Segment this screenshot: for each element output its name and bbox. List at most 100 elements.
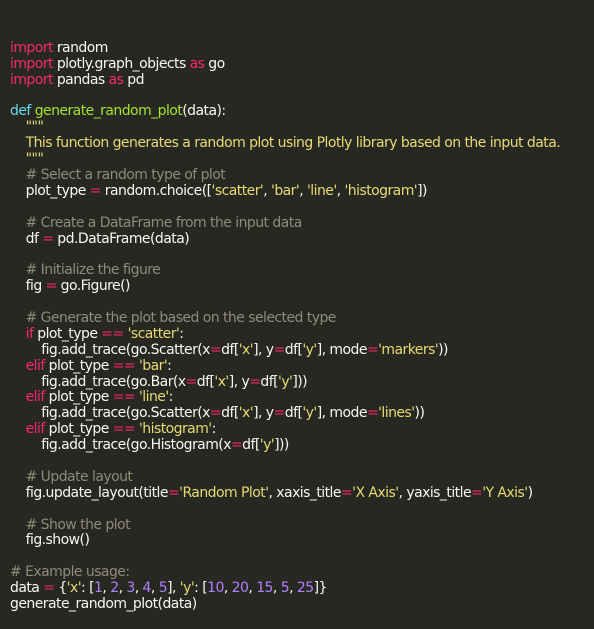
code-line: """ — [10, 151, 594, 168]
code-token: as — [189, 55, 205, 72]
code-token: import — [10, 55, 53, 72]
code-line: fig = go.Figure() — [10, 278, 594, 295]
code-token: 'x' — [238, 341, 254, 358]
code-token: # Select a random type of plot — [10, 166, 226, 183]
code-token: = — [366, 405, 379, 422]
code-token: 'y' — [259, 437, 275, 454]
code-token: go — [204, 55, 225, 72]
code-token: # Generate the plot based on the selecte… — [10, 309, 337, 326]
code-token: random — [52, 39, 109, 56]
code-token: 2 — [110, 580, 119, 597]
code-editor[interactable]: import random import plotly.graph_objects… — [0, 0, 594, 612]
code-token: pd.DataFrame(data) — [53, 230, 190, 247]
code-token: 'histogram' — [344, 182, 418, 199]
code-token: plot_type — [44, 389, 113, 406]
code-token: = — [185, 373, 198, 390]
code-token: fig — [10, 278, 46, 295]
code-token: (data): — [182, 103, 226, 120]
code-token: 'y' — [302, 341, 317, 358]
code-token: = — [89, 182, 102, 199]
code-token: 'scatter' — [127, 325, 180, 342]
code-token: 'x' — [238, 405, 254, 422]
code-token: plot_type — [33, 325, 102, 342]
code-token: fig.show() — [10, 532, 90, 549]
code-line: elif plot_type == 'histogram': — [10, 421, 594, 438]
code-token: fig.update_layout(title — [10, 484, 169, 501]
code-line: def generate_random_plot(data): — [10, 103, 594, 120]
code-token: 'Y Axis' — [482, 484, 528, 501]
code-token: = — [471, 484, 483, 501]
code-token: )) — [438, 341, 448, 358]
code-line: # Generate the plot based on the selecte… — [10, 309, 594, 327]
code-line: # Select a random type of plot — [10, 166, 594, 184]
code-token: df[ — [284, 405, 303, 422]
code-token: # Example usage: — [10, 564, 130, 581]
code-token: , — [272, 580, 281, 597]
code-token: , — [223, 580, 232, 597]
code-token: 'line' — [307, 182, 337, 199]
code-token: , — [299, 182, 307, 199]
code-line: import random — [10, 39, 594, 57]
code-token: """ — [10, 119, 44, 136]
code-token: fig.add_trace(go.Bar(x — [10, 373, 186, 390]
code-token: 'lines' — [378, 405, 415, 422]
code-token: df[ — [221, 341, 239, 358]
code-token: ], mode — [316, 341, 368, 358]
code-token: : — [211, 421, 217, 438]
code-token: plotly.graph_objects — [52, 55, 190, 72]
code-token: generate_random_plot(data) — [10, 595, 197, 612]
code-line: """ — [10, 119, 594, 136]
code-token: = — [366, 341, 379, 358]
code-line: # Initialize the figure — [10, 262, 594, 279]
code-token: , yaxis_title — [398, 484, 472, 501]
code-token: fig.add_trace(go.Scatter(x — [10, 341, 210, 358]
code-token: == — [112, 389, 136, 406]
code-token: df[ — [284, 341, 303, 358]
code-token: fig.add_trace(go.Histogram(x — [10, 437, 231, 454]
code-token: elif — [25, 421, 46, 438]
code-token: ], y — [253, 405, 274, 422]
code-token: 'x' — [214, 373, 229, 390]
code-token: ], y — [228, 373, 250, 390]
code-token: 'X Axis' — [352, 484, 399, 501]
code-token: 4 — [142, 580, 152, 597]
code-lines: import random import plotly.graph_objects… — [10, 39, 594, 613]
code-line: elif plot_type == 'line': — [10, 389, 594, 406]
code-line: plot_type = random.choice(['scatter', 'b… — [10, 182, 594, 200]
code-token: plot_type — [44, 357, 113, 374]
code-line: fig.add_trace(go.Scatter(x=df['x'], y=df… — [10, 405, 594, 422]
code-token: ]} — [313, 580, 328, 597]
code-token: pd — [123, 71, 144, 88]
code-token: : — [167, 357, 172, 374]
code-token: = — [167, 484, 180, 501]
code-token: plot_type — [44, 421, 113, 438]
code-line: df = pd.DataFrame(data) — [10, 230, 594, 248]
code-token: ])) — [274, 437, 289, 454]
code-token: , — [150, 580, 159, 597]
code-token: = — [43, 580, 55, 597]
code-token: # Initialize the figure — [10, 262, 161, 279]
code-token: go.Figure() — [56, 278, 131, 295]
code-token: , — [263, 182, 272, 199]
code-token: pandas — [52, 71, 109, 88]
code-token: == — [112, 421, 136, 438]
code-token: df[ — [260, 373, 279, 390]
code-token: random.choice([ — [100, 182, 212, 199]
code-token: == — [101, 325, 124, 342]
code-line: fig.add_trace(go.Bar(x=df['x'], y=df['y'… — [10, 373, 594, 391]
code-token: ], y — [253, 341, 274, 358]
code-token: # Create a DataFrame from the input data — [10, 214, 303, 231]
code-token: 25 — [296, 580, 314, 597]
code-token: : [ — [194, 580, 208, 597]
code-line: if plot_type == 'scatter': — [10, 325, 594, 343]
code-token: df — [10, 230, 43, 247]
code-token: = — [42, 230, 54, 247]
code-token: ]) — [417, 182, 427, 199]
code-line: # Create a DataFrame from the input data — [10, 214, 594, 232]
code-token: df[ — [221, 405, 239, 422]
